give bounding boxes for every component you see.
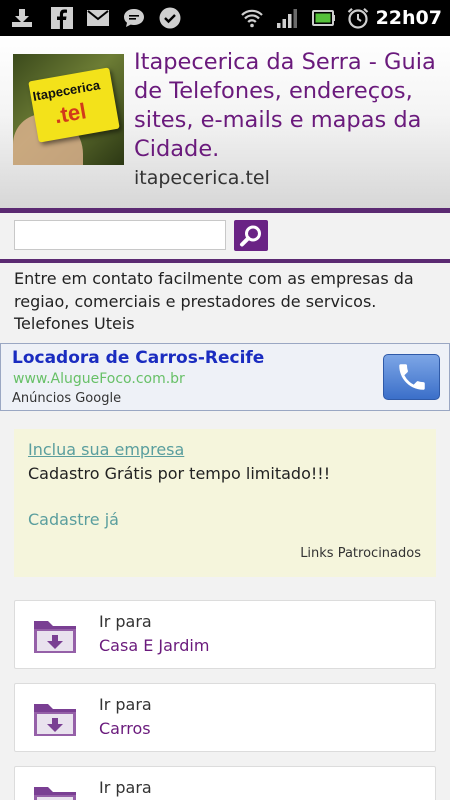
- logo-card: Itapecerica .tel: [28, 67, 120, 143]
- phone-icon: [398, 364, 425, 390]
- ad-call-button[interactable]: [383, 354, 440, 400]
- intro-text: Entre em contato facilmente com as empre…: [14, 269, 414, 333]
- search-divider: [0, 259, 450, 263]
- site-logo[interactable]: Itapecerica .tel: [13, 54, 124, 165]
- promo-text: Cadastro Grátis por tempo limitado!!!: [28, 464, 331, 483]
- card-prefix: Ir para: [99, 612, 152, 631]
- search-icon: [240, 225, 261, 246]
- alarm-icon: [347, 7, 369, 29]
- folder-download-icon: [34, 704, 76, 736]
- folder-download-icon: [34, 787, 76, 800]
- card-prefix: Ir para: [99, 695, 152, 714]
- ad-url[interactable]: www.AlugueFoco.com.br: [13, 370, 185, 388]
- chat-icon: [124, 9, 144, 27]
- folder-download-icon: [34, 621, 76, 653]
- search-button[interactable]: [234, 220, 268, 251]
- logo-text-top: Itapecerica: [31, 77, 102, 104]
- site-title[interactable]: Itapecerica da Serra - Guia de Telefones…: [134, 48, 444, 164]
- card-prefix: Ir para: [99, 778, 152, 797]
- battery-icon: [312, 10, 335, 26]
- download-icon: [12, 9, 32, 27]
- search-input[interactable]: [14, 220, 226, 250]
- gmail-icon: [87, 10, 109, 26]
- ad-title[interactable]: Locadora de Carros-Recife: [12, 346, 264, 370]
- facebook-icon: [51, 7, 73, 29]
- signal-icon: [277, 9, 297, 28]
- card-category-name[interactable]: Carros: [99, 718, 151, 740]
- ad-label: Anúncios Google: [12, 391, 122, 406]
- wifi-icon: [241, 9, 263, 28]
- site-domain[interactable]: itapecerica.tel: [134, 166, 270, 190]
- card-category-name[interactable]: Casa E Jardim: [99, 635, 209, 657]
- add-company-link[interactable]: Inclua sua empresa: [28, 439, 184, 461]
- category-card[interactable]: Ir para Casa E Jardim: [14, 600, 436, 669]
- google-ad[interactable]: Locadora de Carros-Recife www.AlugueFoco…: [0, 343, 450, 411]
- site-header: Itapecerica .tel Itapecerica da Serra - …: [0, 36, 450, 210]
- category-card[interactable]: Ir para Carros: [14, 683, 436, 752]
- clock: 22h07: [375, 7, 442, 29]
- register-link[interactable]: Cadastre já: [28, 509, 119, 531]
- category-card[interactable]: Ir para: [14, 766, 436, 800]
- sponsored-links-label: Links Patrocinados: [300, 546, 421, 561]
- sponsored-box: Inclua sua empresa Cadastro Grátis por t…: [14, 429, 436, 577]
- logo-text-bottom: .tel: [52, 98, 89, 129]
- status-bar: 22h07: [0, 0, 450, 36]
- header-divider: [0, 208, 450, 213]
- check-badge-icon: [159, 7, 181, 29]
